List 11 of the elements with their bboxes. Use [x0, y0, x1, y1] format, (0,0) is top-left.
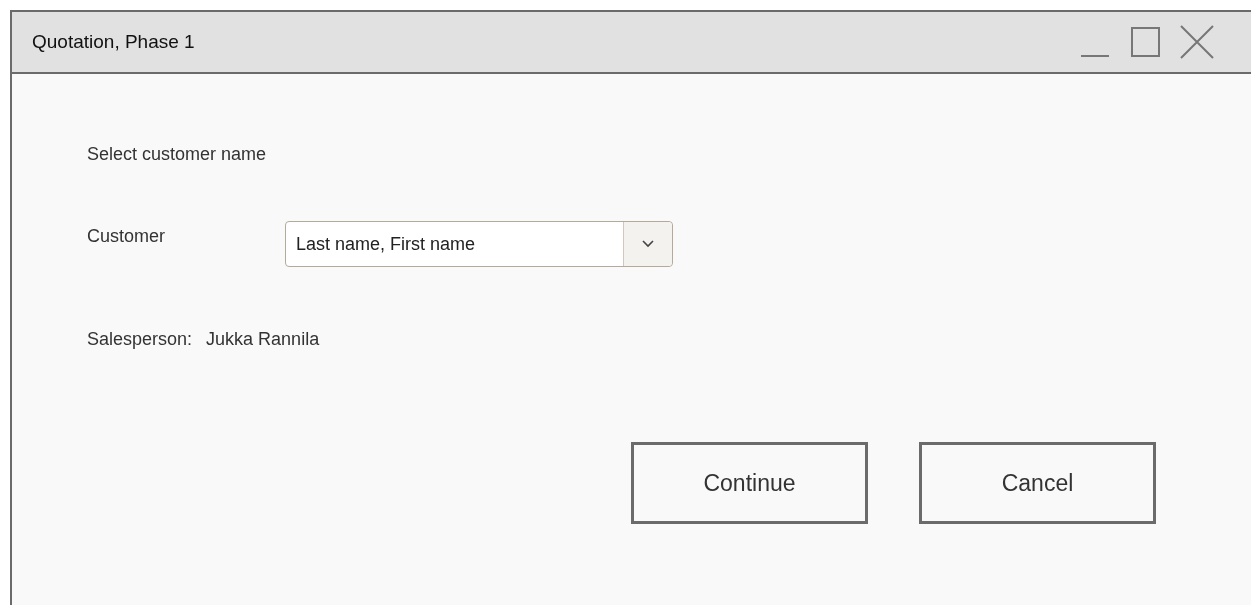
salesperson-label: Salesperson:	[87, 329, 193, 350]
instruction-text: Select customer name	[87, 144, 268, 165]
window-title: Quotation, Phase 1	[32, 31, 196, 53]
close-icon[interactable]	[1179, 24, 1215, 60]
continue-button[interactable]: Continue	[631, 442, 868, 524]
customer-label: Customer	[87, 225, 167, 247]
salesperson-name: Jukka Rannila	[206, 329, 320, 350]
chevron-down-icon	[642, 240, 654, 248]
maximize-icon[interactable]	[1129, 25, 1163, 59]
cancel-button[interactable]: Cancel	[919, 442, 1156, 524]
customer-dropdown[interactable]: Last name, First name	[285, 221, 673, 267]
